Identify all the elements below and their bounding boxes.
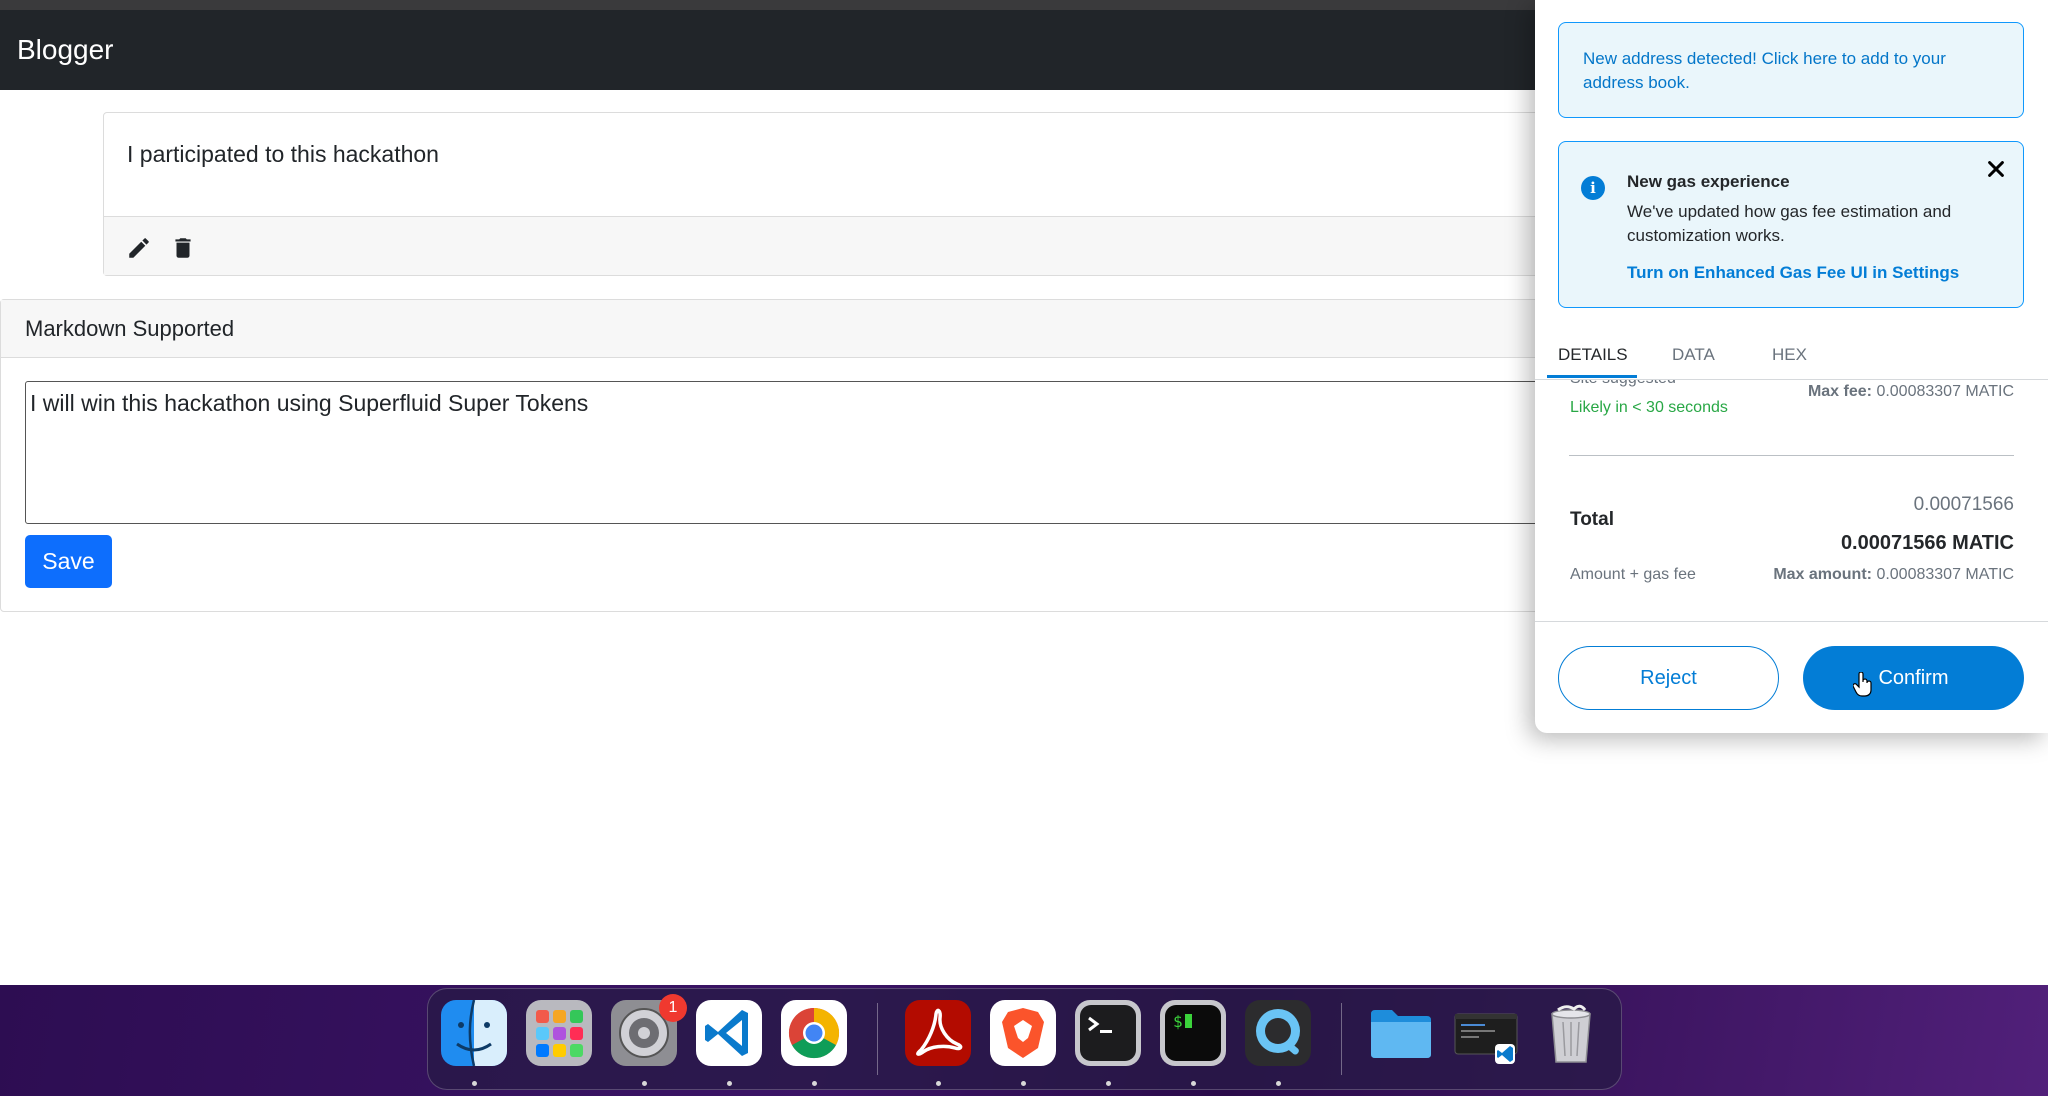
gas-fee-row: Site suggested Likely in < 30 seconds Ma… xyxy=(1535,380,2048,455)
post-editor-textarea[interactable]: I will win this hackathon using Superflu… xyxy=(25,381,1615,524)
markdown-card-header: Markdown Supported xyxy=(1,300,1621,358)
max-amount-label: Max amount: xyxy=(1773,566,1872,583)
hand-cursor-icon xyxy=(1852,671,1873,698)
navbar-brand[interactable]: Blogger xyxy=(17,34,114,66)
acrobat-icon[interactable] xyxy=(905,1000,971,1066)
running-indicator xyxy=(1106,1081,1111,1086)
post-actions xyxy=(104,216,1704,275)
tab-details[interactable]: DETAILS xyxy=(1558,345,1628,365)
markdown-card: Markdown Supported I will win this hacka… xyxy=(0,299,1622,612)
running-indicator xyxy=(472,1081,477,1086)
max-amount-value: 0.00083307 MATIC xyxy=(1876,566,2014,583)
iterm-icon[interactable]: $ xyxy=(1160,1000,1226,1066)
enhanced-gas-settings-link[interactable]: Turn on Enhanced Gas Fee UI in Settings xyxy=(1627,263,1959,283)
running-indicator xyxy=(812,1081,817,1086)
close-icon[interactable] xyxy=(1985,158,2007,180)
reject-button[interactable]: Reject xyxy=(1558,646,1779,710)
notification-badge: 1 xyxy=(659,994,687,1022)
site-suggested-label: Site suggested xyxy=(1570,380,1676,388)
max-fee-value: 0.00083307 MATIC xyxy=(1876,383,2014,400)
total-amount-big: 0.00071566 MATIC xyxy=(1840,532,2014,554)
info-icon: i xyxy=(1581,176,1605,200)
new-address-alert-text[interactable]: New address detected! Click here to add … xyxy=(1583,47,2003,95)
terminal-icon[interactable] xyxy=(1075,1000,1141,1066)
chrome-icon[interactable] xyxy=(781,1000,847,1066)
running-indicator xyxy=(642,1081,647,1086)
dock: 1 $ xyxy=(427,988,1622,1090)
pencil-icon[interactable] xyxy=(126,235,152,261)
likely-time-label: Likely in < 30 seconds xyxy=(1570,399,1728,416)
transaction-tabs: DETAILS DATA HEX xyxy=(1535,333,2048,380)
running-indicator xyxy=(727,1081,732,1086)
gas-alert-body: We've updated how gas fee estimation and… xyxy=(1627,202,1952,245)
total-label: Total xyxy=(1570,509,1614,530)
amount-plus-gas-label: Amount + gas fee xyxy=(1570,566,1696,583)
running-indicator xyxy=(936,1081,941,1086)
save-button[interactable]: Save xyxy=(25,535,112,588)
brave-icon[interactable] xyxy=(990,1000,1056,1066)
trash-icon[interactable] xyxy=(1538,1000,1604,1066)
folder-icon[interactable] xyxy=(1368,1000,1434,1066)
running-indicator xyxy=(1021,1081,1026,1086)
tab-data[interactable]: DATA xyxy=(1672,345,1715,365)
finder-icon[interactable] xyxy=(441,1000,507,1066)
launchpad-icon[interactable] xyxy=(526,1000,592,1066)
gas-experience-alert: i New gas experience We've updated how g… xyxy=(1558,141,2024,308)
new-address-alert[interactable]: New address detected! Click here to add … xyxy=(1558,22,2024,118)
svg-text:$: $ xyxy=(1173,1012,1183,1031)
system-preferences-icon[interactable]: 1 xyxy=(611,994,687,1066)
footer-divider xyxy=(1535,621,2048,622)
metamask-popup: New address detected! Click here to add … xyxy=(1535,0,2048,733)
gas-alert-title: New gas experience xyxy=(1627,172,1790,191)
max-amount: Max amount: 0.00083307 MATIC xyxy=(1773,566,2014,584)
trash-icon[interactable] xyxy=(170,235,196,261)
dock-separator xyxy=(1341,1003,1342,1075)
post-text: I participated to this hackathon xyxy=(127,141,439,167)
max-fee-label: Max fee: xyxy=(1807,383,1872,400)
quicktime-icon[interactable] xyxy=(1245,1000,1311,1066)
running-indicator xyxy=(1191,1081,1196,1086)
vscode-window-icon[interactable] xyxy=(1453,1000,1519,1066)
vscode-icon[interactable] xyxy=(696,1000,762,1066)
confirm-button[interactable]: Confirm xyxy=(1803,646,2024,710)
tab-hex[interactable]: HEX xyxy=(1772,345,1807,365)
markdown-card-title: Markdown Supported xyxy=(25,316,235,341)
post-card: I participated to this hackathon xyxy=(103,112,1705,276)
dock-separator xyxy=(877,1003,878,1075)
running-indicator xyxy=(1276,1081,1281,1086)
fee-divider xyxy=(1569,455,2014,456)
total-amount-small: 0.00071566 xyxy=(1913,494,2014,515)
max-fee: Max fee: 0.00083307 MATIC xyxy=(1808,383,2014,401)
active-tab-indicator xyxy=(1547,375,1637,378)
